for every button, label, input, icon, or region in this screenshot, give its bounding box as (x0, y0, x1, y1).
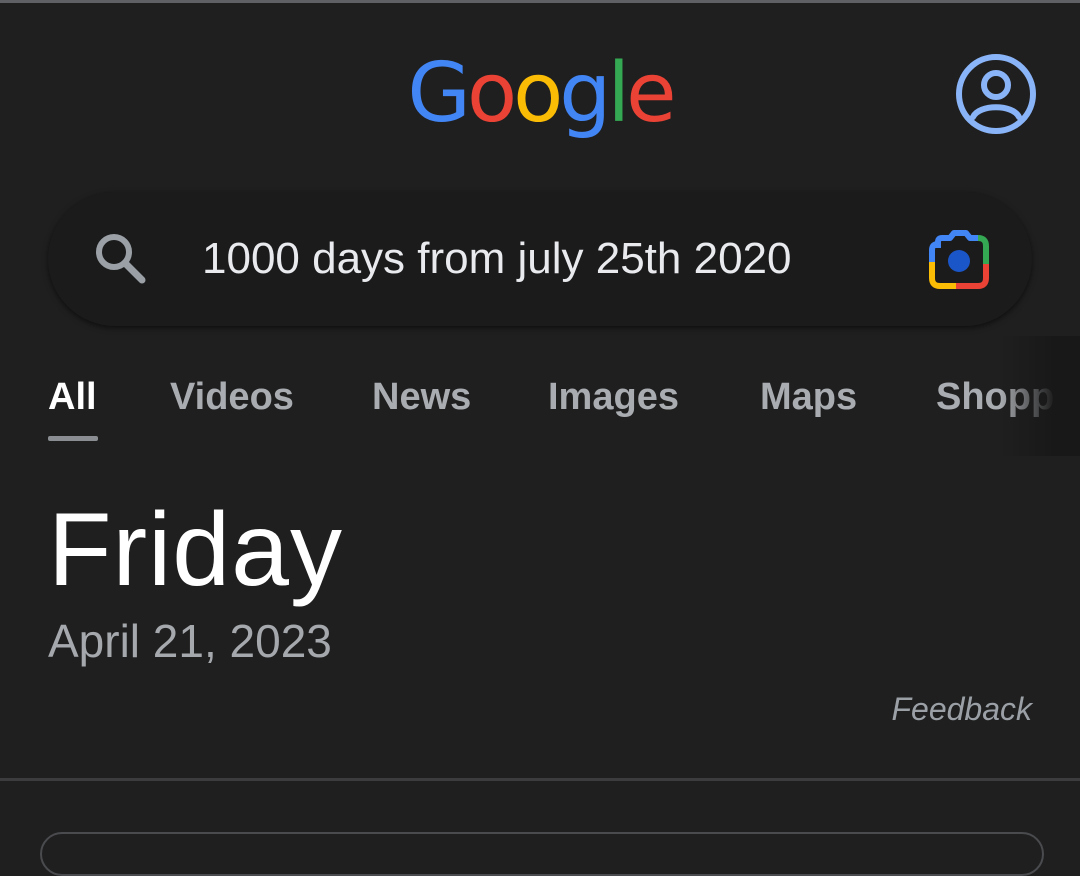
logo-letter-o1: o (466, 46, 517, 141)
section-divider (0, 778, 1080, 781)
magnifier-icon (96, 234, 146, 284)
search-button[interactable] (90, 228, 150, 288)
google-logo[interactable]: Google (0, 44, 1080, 144)
top-border (0, 0, 1080, 3)
tab-videos[interactable]: Videos (170, 376, 294, 419)
result-date: April 21, 2023 (48, 615, 332, 667)
logo-letter-g: G (407, 46, 471, 141)
logo-letter-l: l (607, 46, 630, 141)
tabs-scroll-fade (1000, 336, 1080, 456)
tab-maps[interactable]: Maps (760, 376, 857, 419)
logo-letter-g2: g (559, 46, 611, 141)
next-result-card (40, 832, 1044, 876)
result-day: Friday (48, 492, 343, 608)
account-button[interactable] (954, 52, 1038, 136)
feedback-link[interactable]: Feedback (891, 688, 1032, 730)
active-tab-indicator (48, 436, 98, 441)
tab-all[interactable]: All (48, 376, 97, 419)
logo-letter-o2: o (513, 46, 563, 141)
account-circle-icon (956, 54, 1036, 134)
tab-images[interactable]: Images (548, 376, 679, 419)
google-lens-button[interactable] (926, 228, 994, 292)
tab-news[interactable]: News (372, 376, 471, 419)
search-input[interactable]: 1000 days from july 25th 2020 (202, 232, 792, 286)
google-lens-camera-icon (929, 230, 989, 289)
search-tabs: All Videos News Images Maps Shoppi (0, 336, 1080, 460)
logo-letter-e: e (626, 46, 676, 141)
